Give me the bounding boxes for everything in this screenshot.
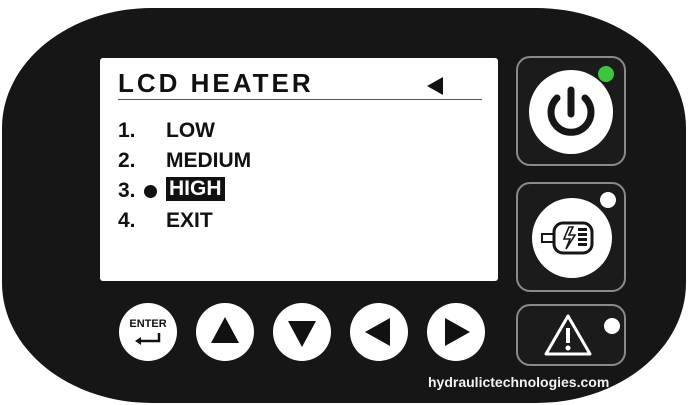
title-divider xyxy=(118,99,482,100)
menu-item-number: 1. xyxy=(118,119,136,142)
heater-led xyxy=(600,192,616,208)
power-icon xyxy=(529,70,613,154)
back-arrow-icon xyxy=(427,77,443,95)
down-button[interactable] xyxy=(273,303,331,361)
right-button[interactable] xyxy=(427,303,485,361)
heater-button[interactable] xyxy=(516,182,626,292)
menu-item-number: 3. xyxy=(118,179,136,202)
menu-item-number: 2. xyxy=(118,149,136,172)
menu-item-label: MEDIUM xyxy=(166,149,252,172)
power-button[interactable] xyxy=(516,56,626,166)
up-button[interactable] xyxy=(196,303,254,361)
enter-button[interactable]: ENTER xyxy=(119,303,177,361)
power-led xyxy=(598,66,614,82)
enter-arrow-icon xyxy=(135,333,161,345)
menu-item-number: 4. xyxy=(118,209,136,232)
lcd-screen: LCD HEATER 1. LOW 2. MEDIUM 3. HIGH 4. E… xyxy=(100,58,498,281)
up-arrow-icon xyxy=(211,317,239,343)
right-arrow-icon xyxy=(445,318,470,346)
heater-icon xyxy=(532,198,612,278)
menu-item-label: LOW xyxy=(166,119,215,142)
warning-led xyxy=(604,318,620,334)
selection-dot-icon xyxy=(144,185,157,198)
warning-button[interactable] xyxy=(516,304,626,366)
website-label: hydraulictechnologies.com xyxy=(428,374,610,390)
screen-title: LCD HEATER xyxy=(118,68,314,98)
warning-icon xyxy=(544,314,592,356)
left-arrow-icon xyxy=(365,318,390,346)
down-arrow-icon xyxy=(288,321,316,347)
menu-item-label: HIGH xyxy=(166,177,225,201)
left-button[interactable] xyxy=(350,303,408,361)
menu-item-label: EXIT xyxy=(166,209,213,232)
